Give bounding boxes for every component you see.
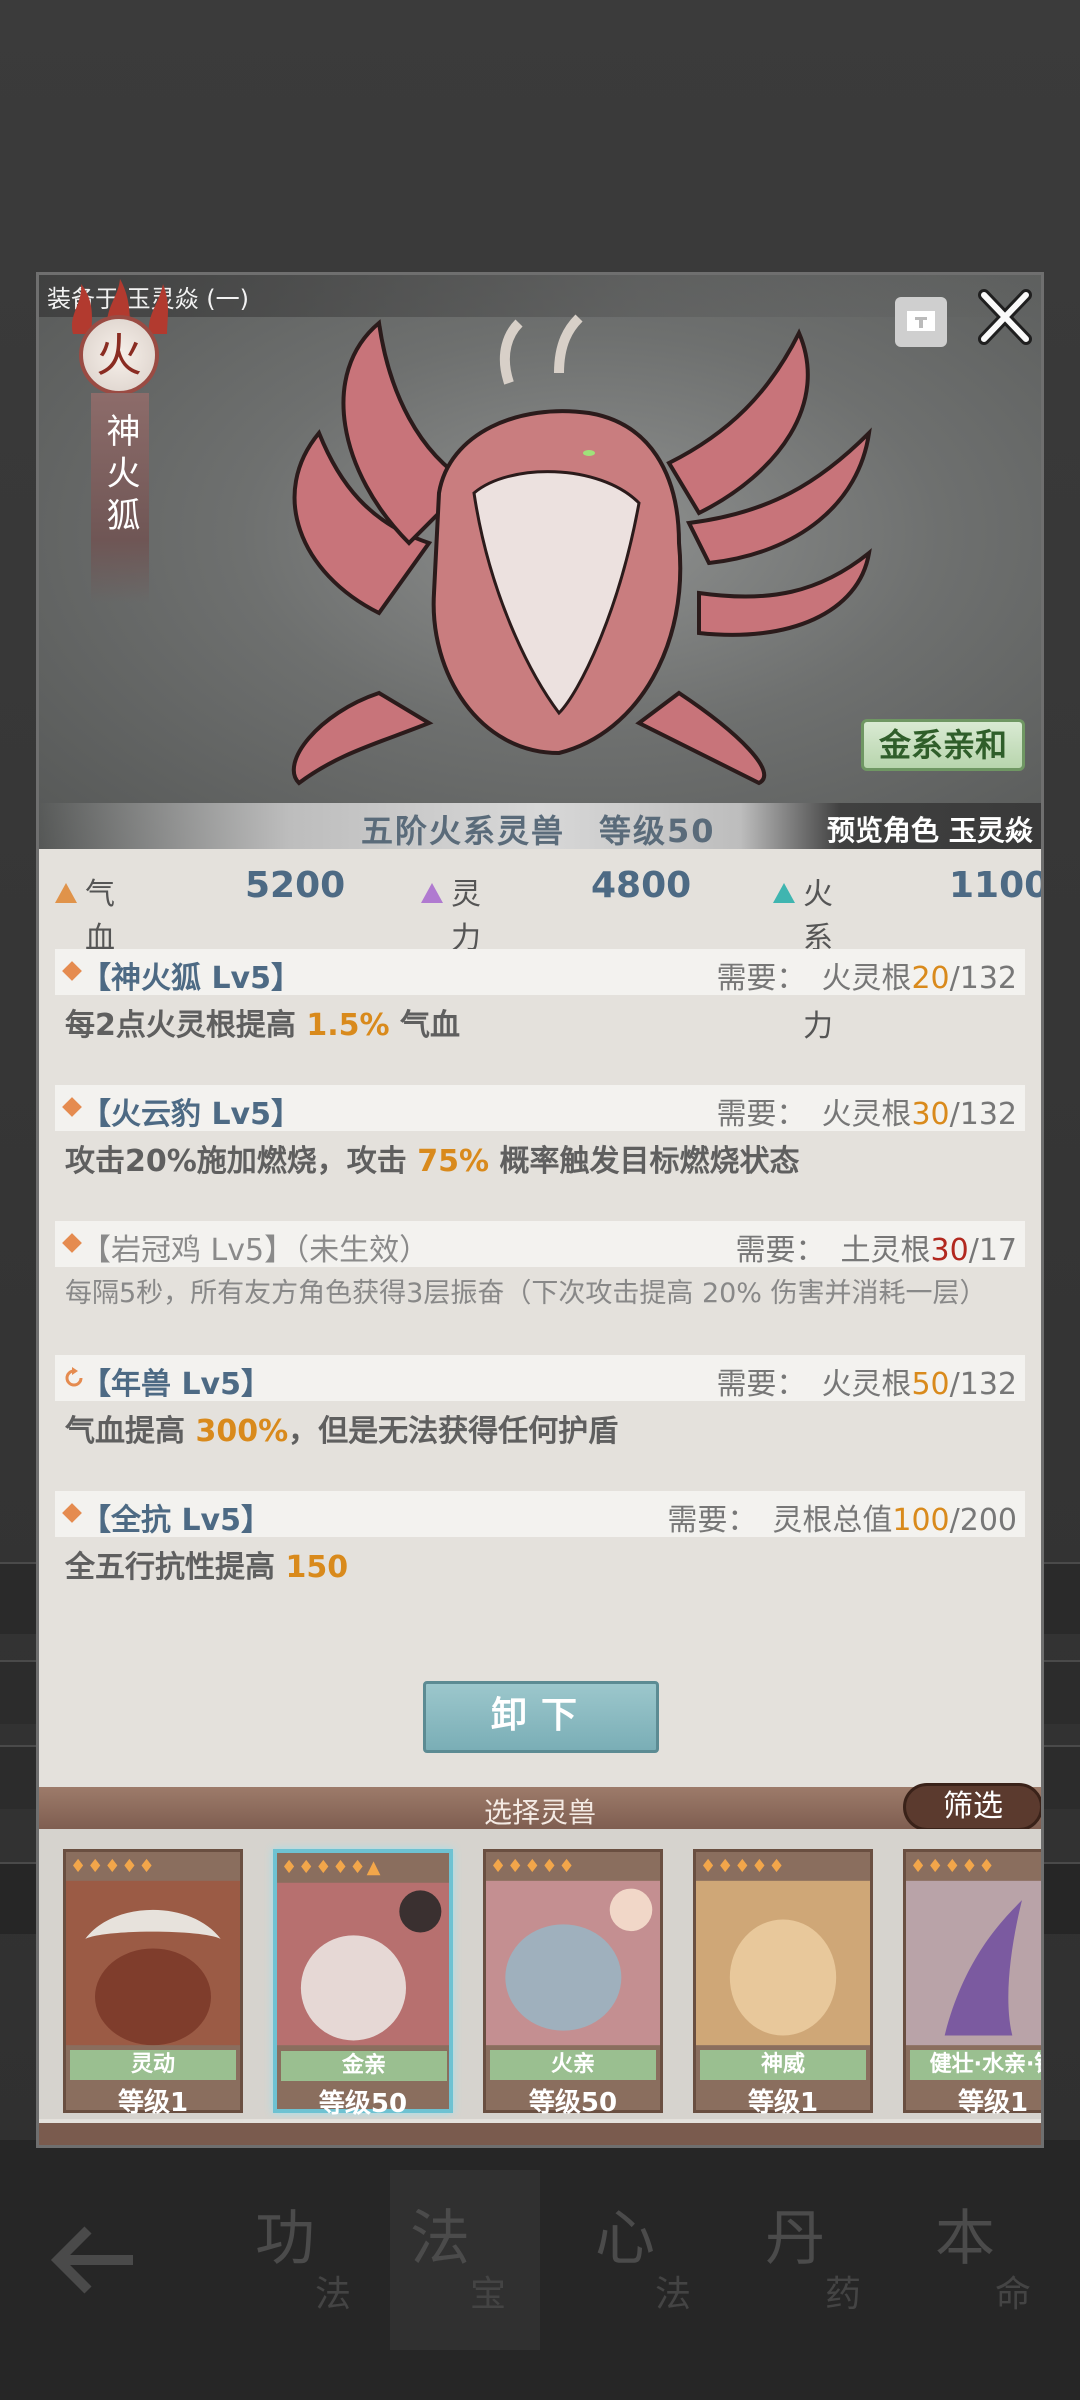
star-rating: ♦♦♦♦♦ (490, 1856, 576, 1877)
skill-description: 全五行抗性提高 150 (65, 1550, 349, 1585)
beast-trait-tag: 健壮·水亲·银 (910, 2050, 1041, 2080)
skill-item-inactive: 【岩冠鸡 Lv5】（未生效） 需要： 土灵根30/17 每隔5秒，所有友方角色获… (55, 1221, 1025, 1311)
skill-item: 【火云豹 Lv5】 需要： 火灵根30/132 攻击20%施加燃烧，攻击 75%… (55, 1085, 1025, 1183)
skill-requirement: 需要： 火灵根50/132 (716, 1367, 1017, 1402)
skill-description: 攻击20%施加燃烧，攻击 75% 概率触发目标燃烧状态 (65, 1144, 800, 1179)
rank-bar: 五阶火系灵兽 等级50 预览角色 玉灵焱 (39, 803, 1041, 849)
beast-name-scroll: 神火狐 (91, 393, 149, 603)
bottom-navigation: 功 法 法 宝 心 法 丹 药 本 命 (0, 2140, 1080, 2400)
nav-tab-gongfa[interactable]: 功 法 (235, 2170, 385, 2350)
beast-trait-tag: 神威 (700, 2050, 866, 2080)
nav-tab-danyao[interactable]: 丹 药 (745, 2170, 895, 2350)
star-rating: ♦♦♦♦♦ (910, 1856, 996, 1877)
diamond-icon (62, 1503, 82, 1523)
stats-row: 气血 5200 灵力 4800 火系威力 1100 (39, 863, 1041, 1044)
filter-button[interactable]: 筛选 (903, 1783, 1041, 1831)
beast-card[interactable]: ♦♦♦♦♦ 神威 等级1 (693, 1849, 873, 2118)
beast-portrait (486, 1880, 660, 2046)
skill-description: 每隔5秒，所有友方角色获得3层振奋（下次攻击提高 20% 伤害并消耗一层） (65, 1278, 987, 1309)
triangle-icon (421, 883, 443, 903)
preview-character: 预览角色 玉灵焱 (827, 814, 1033, 847)
beast-portrait (696, 1880, 870, 2046)
diamond-icon (62, 961, 82, 981)
beast-level: 等级1 (747, 2088, 819, 2118)
beast-portrait-area: 装备于 玉灵焱 (一) 火 神火狐 金系亲和 五阶火系灵兽 等级50 预览角色 … (39, 275, 1041, 849)
triangle-icon (55, 883, 77, 903)
beast-card[interactable]: ♦♦♦♦♦ 健壮·水亲·银 等级1 (903, 1849, 1041, 2118)
nav-tab-xinfa[interactable]: 心 法 (575, 2170, 725, 2350)
affinity-tag: 金系亲和 (861, 719, 1025, 771)
beast-portrait (906, 1880, 1041, 2046)
beast-name: 神火狐 (100, 413, 140, 539)
skill-description: 气血提高 300%，但是无法获得任何护盾 (65, 1414, 619, 1449)
skill-name: 【火云豹 Lv5】 (81, 1097, 301, 1132)
fire-element-badge: 火 (79, 315, 159, 395)
beast-card[interactable]: ♦♦♦♦♦ 灵动 等级1 (63, 1849, 243, 2118)
skill-requirement: 需要： 火灵根30/132 (716, 1097, 1017, 1132)
skill-name: 【神火狐 Lv5】 (81, 961, 301, 996)
beast-portrait (66, 1880, 240, 2046)
skill-name: 【岩冠鸡 Lv5】（未生效） (81, 1233, 430, 1268)
equip-bar: 装备于 玉灵焱 (一) (39, 275, 1041, 317)
skill-name: 【年兽 Lv5】 (81, 1367, 271, 1402)
beast-trait-tag: 金亲 (281, 2051, 447, 2081)
beast-level: 等级50 (318, 2089, 408, 2119)
diamond-icon (62, 1233, 82, 1253)
star-rating: ♦♦♦♦♦ (700, 1856, 786, 1877)
back-arrow-icon[interactable] (48, 2220, 138, 2300)
skill-item: 【全抗 Lv5】 需要： 灵根总值100/200 全五行抗性提高 150 (55, 1491, 1025, 1589)
select-beast-title: 选择灵兽 (483, 1796, 596, 1829)
skill-item: 【年兽 Lv5】 需要： 火灵根50/132 气血提高 300%，但是无法获得任… (55, 1355, 1025, 1453)
beast-trait-tag: 火亲 (490, 2050, 656, 2080)
beast-portrait (277, 1882, 449, 2046)
diamond-icon (62, 1097, 82, 1117)
panel-bottom-band (39, 2123, 1041, 2145)
beast-card[interactable]: ♦♦♦♦♦ 火亲 等级50 (483, 1849, 663, 2118)
skill-requirement: 需要： 土灵根30/17 (735, 1233, 1017, 1268)
unequip-button[interactable]: 卸下 (423, 1681, 659, 1753)
nav-tab-fabao[interactable]: 法 宝 (390, 2170, 540, 2350)
skill-description: 每2点火灵根提高 1.5% 气血 (65, 1008, 460, 1043)
info-card-icon[interactable] (895, 297, 947, 347)
skill-item: 【神火狐 Lv5】 需要： 火灵根20/132 每2点火灵根提高 1.5% 气血 (55, 949, 1025, 1047)
skill-requirement: 需要： 火灵根20/132 (716, 961, 1017, 996)
beast-list: ♦♦♦♦♦ 灵动 等级1 ♦♦♦♦♦▲ 金亲 等级50 ♦♦♦♦♦ 火亲 等级5… (39, 1829, 1041, 2119)
beast-level: 等级50 (528, 2088, 618, 2118)
triangle-icon (773, 883, 795, 903)
beast-card-selected[interactable]: ♦♦♦♦♦▲ 金亲 等级50 (273, 1849, 453, 2119)
beast-level: 等级1 (117, 2088, 189, 2118)
close-icon[interactable] (974, 287, 1034, 347)
nav-tab-benming[interactable]: 本 命 (915, 2170, 1065, 2350)
star-rating: ♦♦♦♦♦ (70, 1856, 156, 1877)
star-rating: ♦♦♦♦♦▲ (281, 1857, 382, 1878)
beast-detail-panel: 装备于 玉灵焱 (一) 火 神火狐 金系亲和 五阶火系灵兽 等级50 预览角色 … (36, 272, 1044, 2148)
skill-requirement: 需要： 灵根总值100/200 (667, 1503, 1017, 1538)
fire-fox-illustration (291, 314, 872, 786)
select-beast-bar: 选择灵兽 筛选 (39, 1783, 1041, 1831)
skill-name: 【全抗 Lv5】 (81, 1503, 271, 1538)
beast-trait-tag: 灵动 (70, 2050, 236, 2080)
beast-rank-level: 五阶火系灵兽 等级50 (361, 812, 716, 849)
beast-level: 等级1 (957, 2088, 1029, 2118)
